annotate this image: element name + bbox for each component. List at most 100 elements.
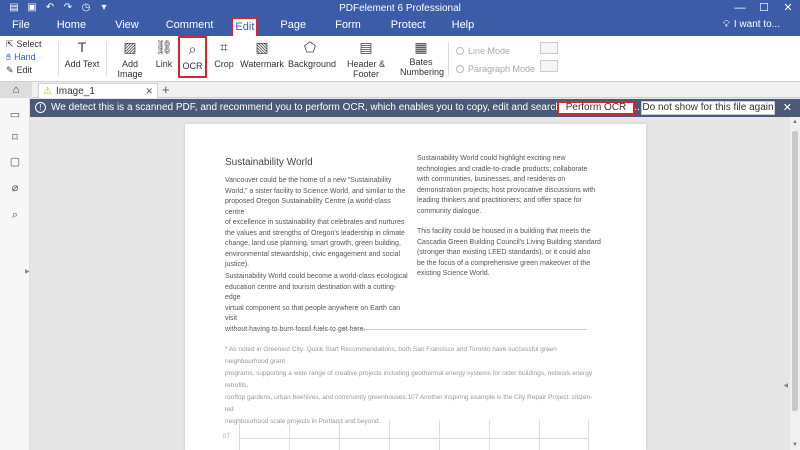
close-tab-icon[interactable]: ✕ bbox=[145, 86, 153, 97]
page-number: 07 bbox=[223, 434, 230, 440]
grid-line bbox=[389, 420, 390, 450]
i-want-to-label: I want to... bbox=[733, 19, 780, 30]
paragraph-mode-option[interactable]: Paragraph Mode bbox=[456, 60, 535, 78]
background-button[interactable]: ⬠ Background bbox=[288, 38, 336, 69]
page-grid bbox=[239, 420, 589, 450]
add-text-label: Add Text bbox=[64, 59, 100, 69]
grid-line bbox=[489, 420, 490, 450]
new-tab-button[interactable]: + bbox=[162, 82, 170, 98]
toolbar-separator bbox=[58, 42, 59, 76]
hand-tool[interactable]: ✋︎ Hand bbox=[6, 51, 42, 64]
align-left-icon[interactable] bbox=[540, 42, 558, 54]
link-icon: ⛓︎ bbox=[155, 39, 173, 55]
maximize-icon[interactable]: ☐ bbox=[752, 0, 776, 16]
menu-edit[interactable]: Edit bbox=[231, 17, 259, 36]
radio-icon bbox=[456, 47, 464, 55]
scroll-up-icon[interactable]: ▲ bbox=[792, 119, 798, 125]
left-column-paragraph-1: Vancouver could be the home of a new “Su… bbox=[225, 177, 406, 268]
menu-home[interactable]: Home bbox=[55, 17, 88, 36]
select-mode-group: ⇱ Select ✋︎ Hand ✎ Edit bbox=[6, 38, 42, 77]
close-window-icon[interactable]: ✕ bbox=[776, 0, 800, 16]
document-tab-bar: ⌂ ⚠ Image_1 ✕ + bbox=[0, 82, 800, 98]
hand-label: Hand bbox=[14, 52, 36, 62]
menu-bar: File Home View Comment Edit Page Form Pr… bbox=[0, 17, 476, 36]
radio-icon bbox=[456, 65, 464, 73]
header-footer-button[interactable]: ▤ Header & Footer bbox=[336, 38, 396, 79]
title-bar: ▤ ▣ ↶ ↷ ◷ ▾ PDFelement 6 Professional — … bbox=[0, 0, 800, 36]
grid-line bbox=[289, 420, 290, 450]
bookmark-icon[interactable]: ⌑ bbox=[8, 131, 22, 145]
hand-icon: ✋︎ bbox=[6, 52, 12, 62]
crop-button[interactable]: ⌗ Crop bbox=[213, 38, 235, 69]
i-want-to-search[interactable]: 💡︎ I want to... bbox=[723, 19, 780, 30]
bates-numbering-button[interactable]: ▦ Bates Numbering bbox=[400, 38, 445, 77]
menu-protect[interactable]: Protect bbox=[389, 17, 428, 36]
link-button[interactable]: ⛓︎ Link bbox=[154, 38, 174, 69]
header-footer-label: Header & Footer bbox=[346, 59, 386, 79]
paragraph-mode-label: Paragraph Mode bbox=[468, 64, 536, 74]
ocr-label: OCR bbox=[182, 61, 203, 71]
expand-sidebar-icon[interactable]: ▶ bbox=[25, 268, 30, 275]
ocr-notification-message: We detect this is a scanned PDF, and rec… bbox=[51, 102, 640, 113]
edit-label: Edit bbox=[16, 65, 33, 75]
menu-view[interactable]: View bbox=[113, 17, 141, 36]
bates-numbering-icon: ▦ bbox=[414, 39, 428, 55]
align-distribute-icon[interactable] bbox=[540, 60, 558, 72]
grid-line bbox=[339, 420, 340, 450]
select-tool[interactable]: ⇱ Select bbox=[6, 38, 42, 51]
document-tab[interactable]: ⚠ Image_1 ✕ bbox=[38, 83, 158, 98]
add-image-button[interactable]: ▨ Add Image bbox=[110, 38, 150, 79]
pdf-page[interactable]: Sustainability World Vancouver could be … bbox=[185, 124, 646, 450]
perform-ocr-button[interactable]: Perform OCR bbox=[557, 101, 635, 115]
left-sidebar: ▭ ⌑ ▢ ⌀ ⌕ ▶ bbox=[0, 98, 30, 450]
watermark-button[interactable]: ▧ Watermark bbox=[240, 38, 284, 69]
left-column-paragraph-2: Sustainability World could become a worl… bbox=[225, 273, 408, 333]
header-footer-icon: ▤ bbox=[359, 39, 373, 55]
lightbulb-icon: 💡︎ bbox=[722, 19, 730, 30]
divider bbox=[225, 329, 587, 330]
menu-help[interactable]: Help bbox=[450, 17, 477, 36]
watermark-label: Watermark bbox=[240, 59, 284, 69]
bates-label: Bates bbox=[409, 57, 433, 67]
collapse-right-panel-icon[interactable]: ◀ bbox=[783, 382, 788, 389]
edit-toolbar: ⇱ Select ✋︎ Hand ✎ Edit T Add Text ▨ Add Im… bbox=[0, 36, 800, 82]
toolbar-separator bbox=[106, 42, 107, 76]
edit-pencil-icon: ✎ bbox=[6, 65, 14, 75]
page-heading: Sustainability World bbox=[225, 157, 313, 168]
do-not-show-button[interactable]: Do not show for this file again bbox=[641, 101, 775, 115]
edit-tool[interactable]: ✎ Edit bbox=[6, 64, 42, 77]
info-icon: ! bbox=[35, 102, 46, 113]
numbering-label: Numbering bbox=[400, 67, 445, 77]
minimize-icon[interactable]: — bbox=[728, 0, 752, 16]
app-title: PDFelement 6 Professional bbox=[339, 3, 461, 14]
scroll-down-icon[interactable]: ▼ bbox=[792, 442, 798, 448]
vertical-scrollbar[interactable]: ▲ ▼ bbox=[790, 117, 800, 450]
crop-icon: ⌗ bbox=[220, 39, 228, 55]
right-column-paragraph-2: This facility could be housed in a build… bbox=[417, 228, 601, 277]
ocr-notification-bar: ! We detect this is a scanned PDF, and r… bbox=[30, 99, 800, 117]
image-icon: ▨ bbox=[123, 39, 137, 55]
line-mode-label: Line Mode bbox=[468, 46, 511, 56]
menu-page[interactable]: Page bbox=[278, 17, 308, 36]
document-viewer[interactable]: Sustainability World Vancouver could be … bbox=[31, 117, 800, 450]
document-tab-label: Image_1 bbox=[55, 85, 95, 97]
background-label: Background bbox=[288, 59, 337, 69]
watermark-icon: ▧ bbox=[255, 39, 269, 55]
close-notification-icon[interactable]: ✕ bbox=[783, 101, 792, 114]
menu-comment[interactable]: Comment bbox=[164, 17, 216, 36]
add-text-button[interactable]: T Add Text bbox=[64, 38, 100, 69]
link-label: Link bbox=[155, 59, 173, 69]
home-tab[interactable]: ⌂ bbox=[0, 82, 32, 98]
thumbnails-icon[interactable]: ▭ bbox=[8, 108, 22, 122]
plus-icon: + bbox=[162, 82, 170, 97]
attachment-icon[interactable]: ⌀ bbox=[8, 181, 22, 195]
grid-line bbox=[439, 420, 440, 450]
menu-form[interactable]: Form bbox=[333, 17, 363, 36]
line-mode-option[interactable]: Line Mode bbox=[456, 42, 535, 60]
comment-icon[interactable]: ▢ bbox=[8, 155, 22, 169]
footnote: * As noted in Greenest City: Quick Start… bbox=[225, 346, 593, 425]
scrollbar-thumb[interactable] bbox=[792, 131, 798, 411]
menu-file[interactable]: File bbox=[10, 17, 32, 36]
search-icon[interactable]: ⌕ bbox=[8, 208, 22, 222]
ocr-button[interactable]: ⌕ OCR bbox=[178, 36, 207, 78]
